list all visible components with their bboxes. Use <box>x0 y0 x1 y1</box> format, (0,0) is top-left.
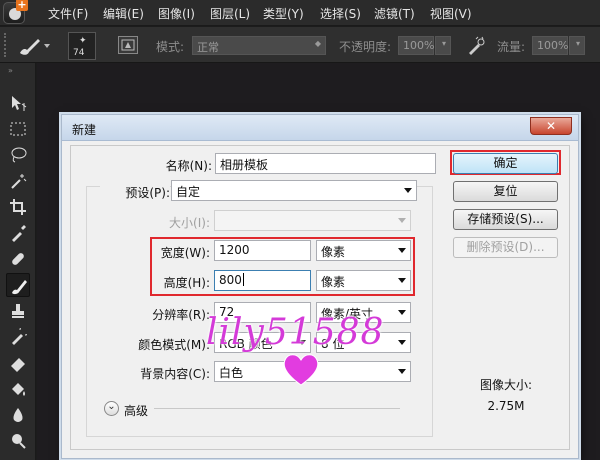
size-select <box>214 210 411 231</box>
menu-filter[interactable]: 滤镜(T) <box>374 5 415 22</box>
opacity-input[interactable]: 100% <box>398 36 434 55</box>
brush-tool-preset-icon[interactable] <box>16 35 52 57</box>
healing-brush-tool-icon[interactable] <box>6 247 30 271</box>
flow-slider-button[interactable]: ▾ <box>569 36 585 55</box>
blur-tool-icon[interactable] <box>6 403 30 427</box>
chevron-down-icon <box>398 218 406 223</box>
chevron-down-icon <box>398 340 406 345</box>
height-unit-select[interactable]: 像素 <box>316 270 411 291</box>
mode-select[interactable]: 正常 ◆ <box>192 36 326 55</box>
advanced-divider <box>154 408 400 409</box>
dialog-titlebar[interactable]: 新建 ✕ <box>62 115 578 141</box>
flow-dropdown-icon: ▾ <box>575 39 580 48</box>
menu-bar: + 文件(F) 编辑(E) 图像(I) 图层(L) 类型(Y) 选择(S) 滤镜… <box>0 0 600 26</box>
tools-panel: » <box>0 63 36 460</box>
advanced-expand-icon[interactable]: ⌄ <box>104 401 119 416</box>
delete-preset-button: 删除预设(D)... <box>453 237 558 258</box>
menu-select[interactable]: 选择(S) <box>320 5 361 22</box>
width-input[interactable]: 1200 <box>214 240 311 261</box>
clone-stamp-tool-icon[interactable] <box>6 299 30 323</box>
chevron-down-icon <box>404 188 412 193</box>
brush-tool-icon[interactable] <box>6 273 30 297</box>
width-label: 宽度(W): <box>160 246 210 260</box>
opacity-dropdown-icon: ▾ <box>441 39 446 48</box>
size-label: 大小(I): <box>169 216 210 230</box>
ok-button[interactable]: 确定 <box>453 153 558 174</box>
airbrush-icon[interactable] <box>466 36 486 56</box>
magic-wand-tool-icon[interactable] <box>6 169 30 193</box>
options-grip[interactable] <box>4 33 8 57</box>
brush-panel-toggle-icon[interactable] <box>118 36 138 54</box>
opacity-label: 不透明度: <box>339 40 392 54</box>
opacity-slider-button[interactable]: ▾ <box>435 36 451 55</box>
text-caret <box>242 273 244 286</box>
collapse-arrows-icon[interactable]: » <box>8 66 13 75</box>
dialog-close-button[interactable]: ✕ <box>530 117 572 135</box>
eraser-tool-icon[interactable] <box>6 351 30 375</box>
flow-input[interactable]: 100% <box>532 36 568 55</box>
lasso-tool-icon[interactable] <box>6 143 30 167</box>
reset-button[interactable]: 复位 <box>453 181 558 202</box>
crop-tool-icon[interactable] <box>6 195 30 219</box>
mode-label: 模式: <box>156 40 185 54</box>
height-label: 高度(H): <box>163 276 210 290</box>
resolution-label: 分辨率(R): <box>152 308 210 322</box>
name-input[interactable]: 相册模板 <box>215 153 436 174</box>
dodge-tool-icon[interactable] <box>6 429 30 453</box>
menu-image[interactable]: 图像(I) <box>158 5 195 22</box>
options-bar: ✦ 74 模式: 正常 ◆ 不透明度: 100% ▾ 流量: 100% ▾ <box>0 27 600 63</box>
flow-label: 流量: <box>497 40 526 54</box>
photoshop-logo-icon[interactable]: + <box>3 0 28 24</box>
heart-icon <box>283 354 319 386</box>
preset-select[interactable]: 自定 <box>171 180 417 201</box>
menu-view[interactable]: 视图(V) <box>430 5 472 22</box>
height-input[interactable]: 800 <box>214 270 311 291</box>
mode-dropdown-icon: ◆ <box>314 39 321 48</box>
menu-layer[interactable]: 图层(L) <box>210 5 250 22</box>
eyedropper-tool-icon[interactable] <box>6 221 30 245</box>
chevron-down-icon <box>398 369 406 374</box>
watermark-text: lily51588 <box>206 312 385 353</box>
chevron-down-icon <box>398 310 406 315</box>
move-tool-icon[interactable] <box>6 91 30 115</box>
brush-size-picker[interactable]: ✦ 74 <box>68 32 96 60</box>
name-label: 名称(N): <box>165 159 212 173</box>
preset-label: 预设(P): <box>100 184 170 201</box>
menu-edit[interactable]: 编辑(E) <box>103 5 144 22</box>
width-unit-select[interactable]: 像素 <box>316 240 411 261</box>
background-contents-label: 背景内容(C): <box>140 367 210 381</box>
dialog-title: 新建 <box>72 123 97 137</box>
advanced-label[interactable]: 高级 <box>124 402 148 419</box>
history-brush-tool-icon[interactable] <box>6 325 30 349</box>
save-preset-button[interactable]: 存储预设(S)... <box>453 209 558 230</box>
image-size-label: 图像大小: <box>479 378 533 392</box>
paint-bucket-tool-icon[interactable] <box>6 377 30 401</box>
close-icon: ✕ <box>545 119 557 133</box>
chevron-down-icon <box>398 278 406 283</box>
image-size-value: 2.75M <box>487 399 525 413</box>
chevron-down-icon <box>398 248 406 253</box>
menu-file[interactable]: 文件(F) <box>48 5 88 22</box>
marquee-tool-icon[interactable] <box>6 117 30 141</box>
color-mode-label: 颜色模式(M): <box>138 338 210 352</box>
menu-type[interactable]: 类型(Y) <box>263 5 304 22</box>
